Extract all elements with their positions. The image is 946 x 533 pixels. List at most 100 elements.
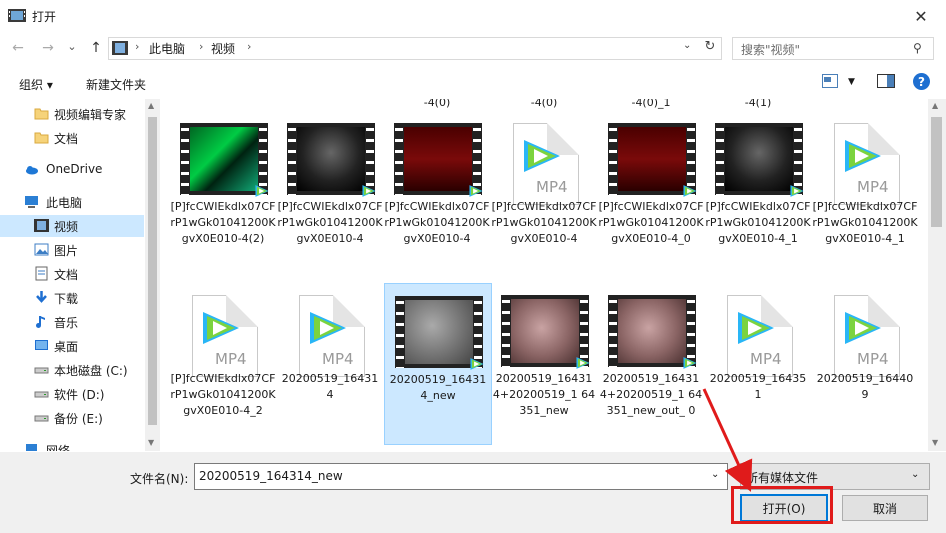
file-item[interactable]: [P]fcCWIEkdlx07CFrP1wGk01041200KgvX0E010… [384,111,490,271]
file-name-label: 20200519_16440 9 [816,372,914,401]
organize-button[interactable]: 组织 ▾ [19,76,53,93]
help-icon[interactable]: ? [913,73,930,90]
preview-pane-icon[interactable] [877,74,895,88]
file-item[interactable]: MP4 20200519_16440 9 [812,283,918,443]
sidebar-item[interactable]: 本地磁盘 (C:) [0,359,144,381]
drive-icon [34,410,49,425]
mp4-file-icon: MP4 [287,295,375,377]
mp4-label: MP4 [215,350,247,368]
sidebar-item[interactable]: 视频编辑专家 [0,103,144,125]
search-input[interactable]: 搜索"视频" [741,41,800,58]
new-folder-button[interactable]: 新建文件夹 [86,76,146,93]
content-scroll-thumb[interactable] [931,117,942,227]
chevron-down-icon: ⌄ [67,39,77,53]
file-item[interactable]: 20200519_16431 4+20200519_1 64351_new [491,283,597,443]
sidebar-item[interactable]: 视频 [0,215,144,237]
sidebar-item[interactable]: 图片 [0,239,144,261]
file-item[interactable]: [P]fcCWIEkdlx07CFrP1wGk01041200KgvX0E010… [170,111,276,271]
sidebar-item-label: OneDrive [46,162,103,176]
sidebar-item-label: 网络 [46,444,71,451]
filename-label: 文件名(N): [130,472,189,486]
file-name-label[interactable]: -4(0) [491,99,597,109]
sidebar-item-label: 本地磁盘 (C:) [54,364,128,378]
file-item[interactable]: [P]fcCWIEkdlx07CFrP1wGk01041200KgvX0E010… [705,111,811,271]
file-item[interactable]: 20200519_16431 4_new [384,283,492,445]
sidebar-item-label: 此电脑 [46,196,83,210]
sidebar-item[interactable]: 文档 [0,263,144,285]
file-name-label[interactable]: -4(0) [384,99,490,109]
cancel-button[interactable]: 取消 [842,495,928,521]
search-box[interactable]: 搜索"视频" ⚲ [732,37,934,60]
up-button[interactable]: ↑ [86,38,106,58]
sidebar-item[interactable]: 此电脑 [0,191,144,213]
pictures-icon [34,242,49,257]
breadcrumb-this-pc[interactable]: 此电脑 [149,40,185,57]
chevron-down-icon: ⌄ [911,469,920,480]
video-folder-icon [34,218,49,233]
sidebar-item-label: 软件 (D:) [54,388,105,402]
breadcrumb-separator: › [135,40,140,53]
video-thumbnail [394,123,483,197]
player-badge-icon [682,183,698,199]
forward-button[interactable]: → [38,38,58,58]
view-dropdown-icon[interactable]: ▼ [848,77,855,87]
network-icon [24,442,39,451]
sidebar-item[interactable]: 文档 [0,127,144,149]
cloud-icon [24,162,39,177]
file-item[interactable]: MP4 [P]fcCWIEkdlx07CFrP1wGk01041200KgvX0E… [812,111,918,271]
video-thumbnail [715,123,804,197]
file-item[interactable]: MP4 [P]fcCWIEkdlx07CFrP1wGk01041200KgvX0E… [170,283,276,443]
back-button[interactable]: ← [8,38,28,58]
view-mode-icon[interactable] [822,74,838,88]
file-item[interactable]: MP4 20200519_16431 4 [277,283,383,443]
close-button[interactable]: ✕ [906,4,936,28]
address-bar[interactable]: › 此电脑 › 视频 › ⌄ ↻ [108,37,722,60]
player-badge-icon [575,355,591,371]
refresh-icon[interactable]: ↻ [701,39,719,57]
scroll-down-icon[interactable]: ▼ [148,438,154,447]
sidebar-item[interactable]: 桌面 [0,335,144,357]
sidebar-scroll-thumb[interactable] [148,117,157,425]
cancel-button-label: 取消 [872,501,897,516]
sidebar-item-label: 图片 [54,244,79,258]
sidebar-item[interactable]: OneDrive [0,159,144,181]
player-badge-icon [469,356,485,372]
sidebar-item[interactable]: 音乐 [0,311,144,333]
file-name-label: [P]fcCWIEkdlx07CFrP1wGk01041200KgvX0E010… [598,200,704,245]
player-badge-icon [682,355,698,371]
toolbar: 组织 ▾ 新建文件夹 [0,68,946,98]
sidebar-item[interactable]: 下载 [0,287,144,309]
file-name-label: 20200519_16431 4+20200519_1 64351_new [492,372,596,417]
sidebar-item-label: 下载 [54,292,79,306]
scroll-down-icon[interactable]: ▼ [932,438,938,447]
file-name-label: [P]fcCWIEkdlx07CFrP1wGk01041200KgvX0E010… [812,200,918,245]
sidebar-item[interactable]: 备份 (E:) [0,407,144,429]
back-arrow-icon: ← [12,40,24,56]
file-name-label[interactable]: -4(0)_1 [598,99,704,109]
file-item[interactable]: [P]fcCWIEkdlx07CFrP1wGk01041200KgvX0E010… [598,111,704,271]
mp4-file-icon: MP4 [822,295,910,377]
scroll-up-icon[interactable]: ▲ [148,101,154,110]
app-icon [8,9,26,22]
recent-locations-button[interactable]: ⌄ [62,36,82,56]
file-item[interactable]: [P]fcCWIEkdlx07CFrP1wGk01041200KgvX0E010… [277,111,383,271]
filename-field[interactable]: 20200519_164314_new ⌄ [194,463,728,490]
breadcrumb-videos[interactable]: 视频 [211,40,235,57]
file-name-label: [P]fcCWIEkdlx07CFrP1wGk01041200KgvX0E010… [170,200,276,245]
mp4-file-icon: MP4 [180,295,268,377]
filename-value[interactable]: 20200519_164314_new [199,469,343,483]
mp4-file-icon: MP4 [715,295,803,377]
scroll-up-icon[interactable]: ▲ [932,101,938,110]
sidebar-item[interactable]: 软件 (D:) [0,383,144,405]
sidebar-item[interactable]: 网络 [0,439,144,451]
sidebar-item-label: 音乐 [54,316,79,330]
file-item[interactable]: MP4 [P]fcCWIEkdlx07CFrP1wGk01041200KgvX0E… [491,111,597,271]
mp4-file-icon: MP4 [501,123,589,205]
mp4-label: MP4 [857,178,889,196]
file-item[interactable]: 20200519_16431 4+20200519_1 64351_new_ou… [598,283,704,443]
file-name-label[interactable]: -4(1) [705,99,811,109]
file-name-label: [P]fcCWIEkdlx07CFrP1wGk01041200KgvX0E010… [170,372,276,417]
documents-icon [34,266,49,281]
address-dropdown-icon[interactable]: ⌄ [683,40,691,51]
forward-arrow-icon: → [42,40,54,56]
